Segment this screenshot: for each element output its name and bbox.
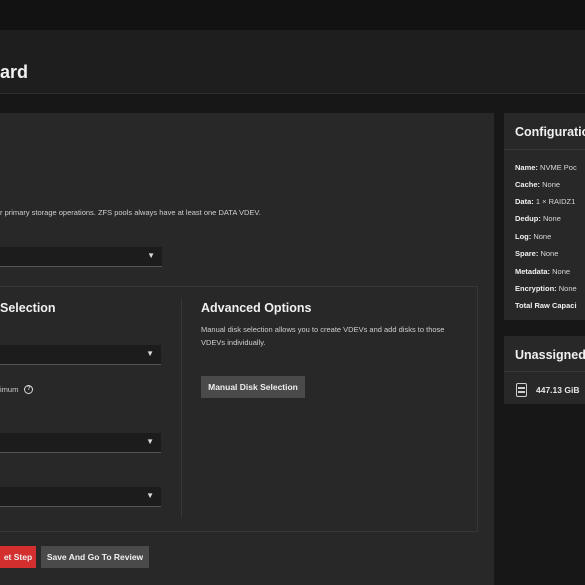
config-row-log: Log: None (515, 232, 552, 241)
config-row-cache: Cache: None (515, 180, 561, 189)
chevron-down-icon: ▼ (146, 349, 154, 358)
chevron-down-icon: ▼ (146, 491, 154, 500)
disk-size-label: 447.13 GiB (536, 385, 580, 395)
manual-disk-selection-button[interactable]: Manual Disk Selection (201, 376, 305, 398)
panel-divider (181, 298, 182, 518)
data-vdev-description: r primary storage operations. ZFS pools … (0, 208, 261, 217)
page-header: ard (0, 30, 585, 94)
treat-disk-size-as-minimum-option[interactable]: imum ? (0, 385, 34, 394)
disk-size-select[interactable]: ▼ (0, 345, 161, 365)
top-toolbar (0, 0, 585, 30)
help-icon[interactable]: ? (24, 385, 34, 394)
chevron-down-icon: ▼ (147, 251, 155, 260)
config-row-dedup: Dedup: None (515, 214, 561, 223)
chevron-down-icon: ▼ (146, 437, 154, 446)
config-row-total-raw-capacity: Total Raw Capaci (515, 301, 577, 310)
page-title: ard (0, 62, 29, 82)
width-select[interactable]: ▼ (0, 487, 161, 507)
disk-selection-title: Selection (0, 301, 56, 315)
config-row-spare: Spare: None (515, 249, 559, 258)
config-row-metadata: Metadata: None (515, 267, 571, 276)
hard-disk-icon (516, 383, 527, 397)
config-row-name: Name: NVME Poc (515, 163, 577, 172)
config-row-data: Data: 1 × RAIDZ1 (515, 197, 576, 206)
configuration-title: Configuratio (515, 125, 585, 139)
save-and-go-to-review-button[interactable]: Save And Go To Review (41, 546, 149, 568)
config-row-encryption: Encryption: None (515, 284, 577, 293)
layout-select[interactable]: ▼ (0, 433, 161, 453)
unassigned-disk-item: 447.13 GiB (516, 383, 579, 397)
unassigned-disks-title: Unassigned (515, 348, 585, 362)
divider (504, 371, 585, 372)
advanced-options-title: Advanced Options (201, 301, 312, 315)
advanced-options-description: Manual disk selection allows you to crea… (201, 325, 445, 347)
reset-step-button[interactable]: et Step (0, 546, 36, 568)
data-vdev-select[interactable]: ▼ (0, 247, 162, 267)
minimum-label: imum (0, 385, 19, 394)
divider (504, 149, 585, 150)
